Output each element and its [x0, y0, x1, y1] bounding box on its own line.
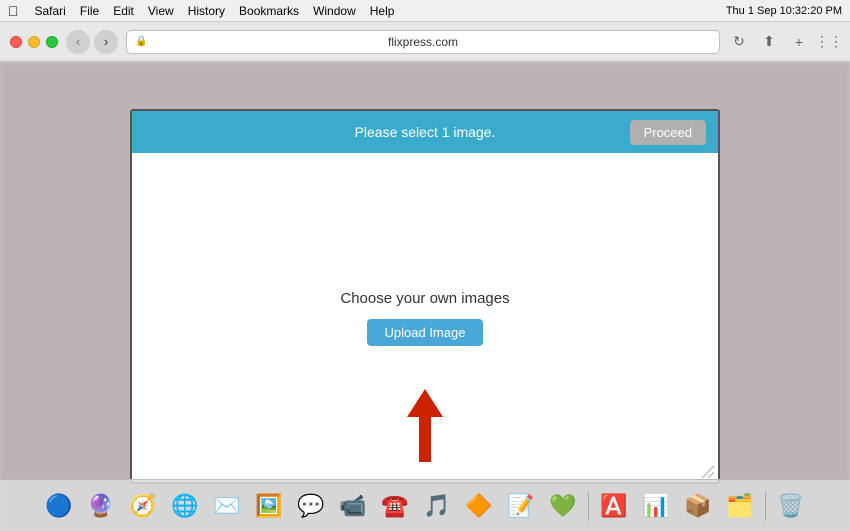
menu-view[interactable]: View	[148, 4, 174, 18]
dock-messages[interactable]: 💬	[292, 487, 330, 525]
dock-safari[interactable]: 🧭	[124, 487, 162, 525]
modal-header: Please select 1 image. Proceed	[132, 111, 718, 153]
modal-body: Choose your own images Upload Image	[132, 153, 718, 482]
modal-title: Please select 1 image.	[355, 124, 496, 140]
nav-buttons: ‹ ›	[66, 30, 118, 54]
menu-edit[interactable]: Edit	[113, 4, 134, 18]
upload-image-button[interactable]: Upload Image	[367, 319, 484, 346]
dock-spotify[interactable]: 🎵	[418, 487, 456, 525]
arrow-indicator	[407, 389, 443, 462]
menu-help[interactable]: Help	[370, 4, 395, 18]
share-button[interactable]: ⬆	[758, 31, 780, 53]
main-content: Please select 1 image. Proceed Choose yo…	[0, 62, 850, 531]
dock-chrome[interactable]: 🌐	[166, 487, 204, 525]
menu-history[interactable]: History	[188, 4, 225, 18]
dock-appstore[interactable]: 🅰️	[595, 487, 633, 525]
dock-separator	[588, 491, 589, 521]
arrow-head	[407, 389, 443, 417]
arrow-shaft	[419, 417, 431, 462]
maximize-button[interactable]	[46, 36, 58, 48]
browser-actions: ↻ ⬆ + ⋮⋮	[728, 31, 840, 53]
new-tab-button[interactable]: +	[788, 31, 810, 53]
dock-trash[interactable]: 🗑️	[772, 487, 810, 525]
url-display: flixpress.com	[388, 35, 458, 49]
dock-app1[interactable]: 📦	[679, 487, 717, 525]
resize-handle[interactable]	[701, 465, 715, 479]
sidebar-button[interactable]: ⋮⋮	[818, 31, 840, 53]
dock: 🔵 🔮 🧭 🌐 ✉️ 🖼️ 💬 📹 ☎️ 🎵 🔶 📝 💚 🅰️ 📊 📦 🗂️ 🗑…	[0, 479, 850, 531]
refresh-button[interactable]: ↻	[728, 31, 750, 53]
back-button[interactable]: ‹	[66, 30, 90, 54]
dock-finder[interactable]: 🔵	[40, 487, 78, 525]
dock-separator-2	[765, 491, 766, 521]
traffic-lights	[10, 36, 58, 48]
modal-dialog: Please select 1 image. Proceed Choose yo…	[130, 109, 720, 484]
menu-bookmarks[interactable]: Bookmarks	[239, 4, 299, 18]
menubar:  Safari File Edit View History Bookmark…	[0, 0, 850, 22]
apple-menu[interactable]: 	[8, 3, 19, 19]
dock-photos[interactable]: 🖼️	[250, 487, 288, 525]
dock-wechat[interactable]: 💚	[544, 487, 582, 525]
dock-mail[interactable]: ✉️	[208, 487, 246, 525]
menubar-time: Thu 1 Sep 10:32:20 PM	[726, 5, 842, 17]
dock-vlc[interactable]: 🔶	[460, 487, 498, 525]
modal-overlay: Please select 1 image. Proceed Choose yo…	[0, 62, 850, 531]
forward-button[interactable]: ›	[94, 30, 118, 54]
browser-chrome: ‹ › 🔒 flixpress.com ↻ ⬆ + ⋮⋮	[0, 22, 850, 62]
close-button[interactable]	[10, 36, 22, 48]
dock-skype[interactable]: ☎️	[376, 487, 414, 525]
dock-excel[interactable]: 📊	[637, 487, 675, 525]
dock-word[interactable]: 📝	[502, 487, 540, 525]
minimize-button[interactable]	[28, 36, 40, 48]
menu-file[interactable]: File	[80, 4, 99, 18]
dock-facetime[interactable]: 📹	[334, 487, 372, 525]
menu-window[interactable]: Window	[313, 4, 356, 18]
menubar-right: Thu 1 Sep 10:32:20 PM	[726, 5, 842, 17]
choose-images-text: Choose your own images	[340, 290, 509, 307]
dock-siri[interactable]: 🔮	[82, 487, 120, 525]
lock-icon: 🔒	[135, 36, 147, 47]
address-bar[interactable]: 🔒 flixpress.com	[126, 30, 720, 54]
menu-safari[interactable]: Safari	[35, 4, 66, 18]
proceed-button[interactable]: Proceed	[630, 120, 706, 145]
dock-app2[interactable]: 🗂️	[721, 487, 759, 525]
